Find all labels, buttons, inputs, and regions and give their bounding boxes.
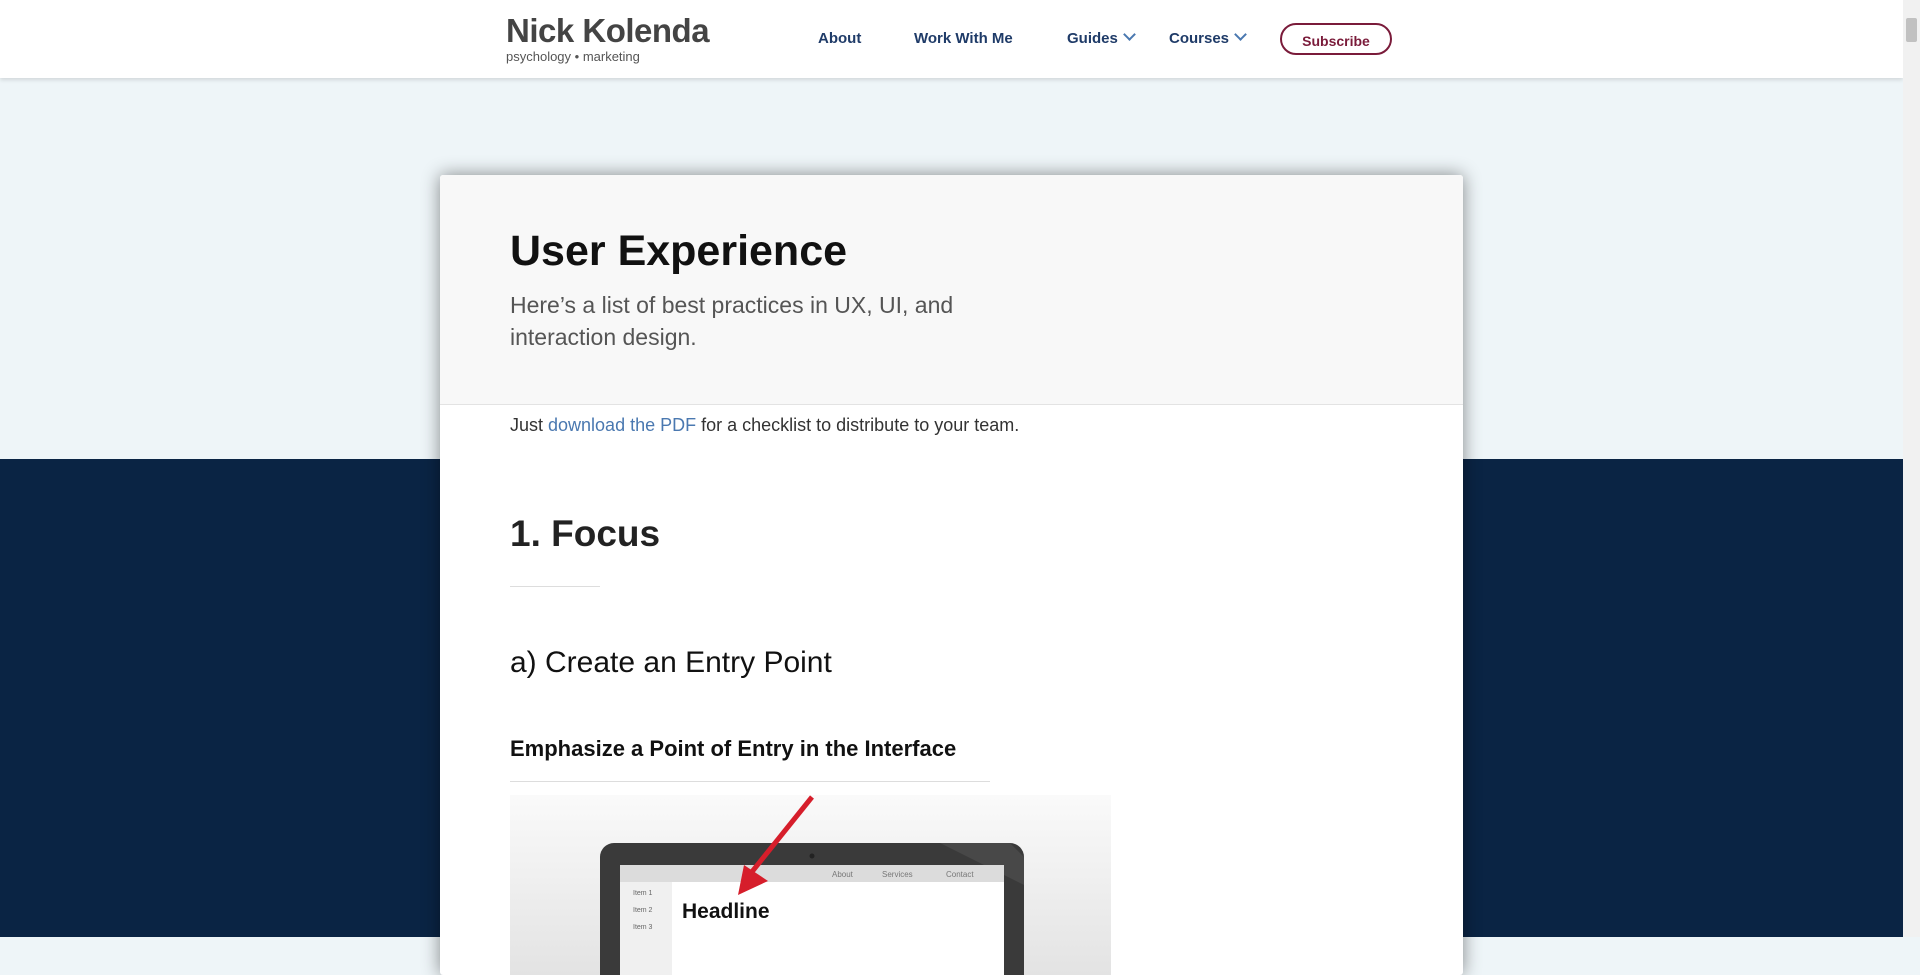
subsection-title: a) Create an Entry Point (510, 646, 832, 679)
illus-nav-services: Services (882, 870, 913, 879)
content-card: User Experience Here’s a list of best pr… (440, 175, 1463, 975)
scrollbar[interactable] (1903, 0, 1920, 937)
page-subtitle: Here’s a list of best practices in UX, U… (510, 292, 954, 350)
illus-headline: Headline (682, 900, 770, 923)
nav-about[interactable]: About (818, 30, 861, 50)
content-heading: Emphasize a Point of Entry in the Interf… (510, 736, 957, 761)
illus-side-item-1: Item 1 (633, 890, 653, 897)
camera-dot (809, 853, 815, 859)
scrollbar-thumb[interactable] (1906, 18, 1917, 42)
nav-guides[interactable]: Guides (1067, 28, 1136, 50)
site-logo[interactable]: Nick Kolenda psychology • marketing (506, 12, 710, 64)
illus-nav-about: About (832, 870, 854, 879)
illus-side-item-2: Item 2 (633, 907, 653, 914)
intro-text: Just download the PDF for a checklist to… (510, 415, 1019, 436)
intro-suffix: for a checklist to distribute to your te… (696, 415, 1020, 435)
chevron-down-icon (1122, 28, 1136, 41)
nav-courses[interactable]: Courses (1169, 28, 1247, 50)
subscribe-button[interactable]: Subscribe (1280, 23, 1392, 55)
brand-name: Nick Kolenda (506, 12, 710, 49)
section-divider (510, 586, 600, 587)
page-title: User Experience (510, 227, 848, 275)
nav-work-with-me[interactable]: Work With Me (914, 30, 1013, 50)
illus-side-item-3: Item 3 (633, 924, 653, 931)
entry-point-illustration: About Services Contact Item 1 Item 2 Ite… (510, 795, 1111, 975)
site-header: Nick Kolenda psychology • marketing Abou… (0, 0, 1903, 78)
chevron-down-icon (1234, 28, 1247, 41)
download-pdf-link[interactable]: download the PDF (548, 415, 696, 435)
nav-guides-label: Guides (1067, 30, 1118, 47)
page-header: User Experience Here’s a list of best pr… (440, 175, 1463, 405)
brand-tagline: psychology • marketing (506, 49, 640, 64)
laptop-illustration: About Services Contact Item 1 Item 2 Ite… (600, 795, 1024, 975)
illus-nav-contact: Contact (946, 870, 974, 879)
nav-courses-label: Courses (1169, 30, 1230, 47)
intro-prefix: Just (510, 415, 549, 435)
section-title: 1. Focus (510, 513, 661, 554)
heading-divider (510, 781, 990, 782)
